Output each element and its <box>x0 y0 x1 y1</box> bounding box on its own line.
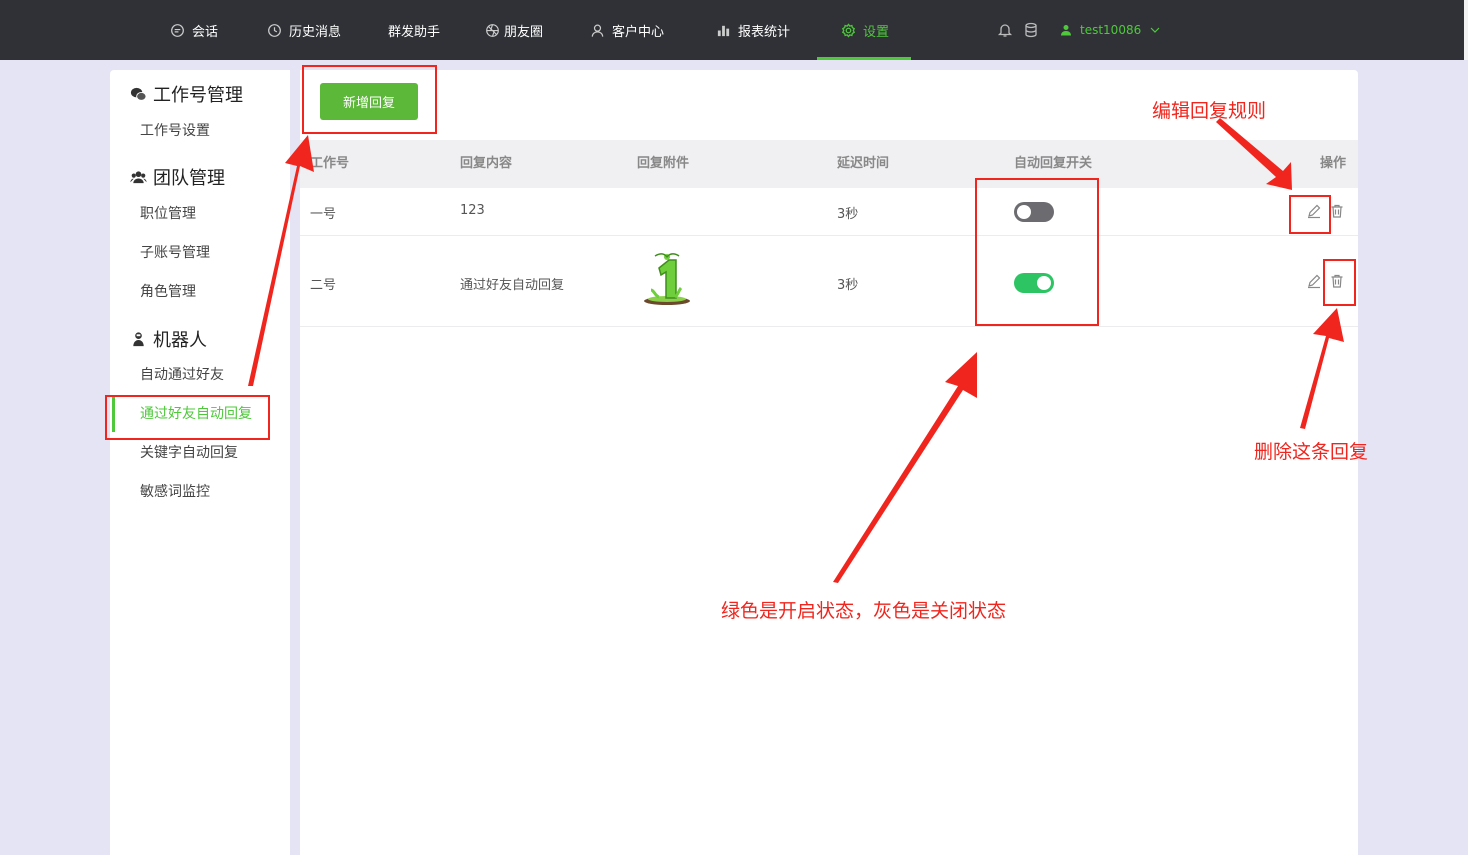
username: test10086 <box>1080 23 1142 37</box>
cell-delay: 3秒 <box>837 207 859 222</box>
table-header: 工作号 回复内容 回复附件 延迟时间 自动回复开关 操作 <box>300 140 1358 188</box>
annotation-edit-rule: 编辑回复规则 <box>1152 100 1267 122</box>
sidebar-item-roles[interactable]: 角色管理 <box>140 273 196 312</box>
bar-chart-icon <box>717 25 730 36</box>
user-icon <box>1061 25 1071 36</box>
column-header-account: 工作号 <box>310 156 350 171</box>
nav-item-reports[interactable]: 报表统计 <box>716 0 790 60</box>
nav-item-history[interactable]: 历史消息 <box>267 0 341 60</box>
column-header-actions: 操作 <box>1320 156 1347 171</box>
sidebar-item-auto-accept-friends[interactable]: 自动通过好友 <box>140 356 224 395</box>
main-panel: 新增回复 工作号 回复内容 回复附件 延迟时间 自动回复开关 操作 一号 123… <box>300 70 1358 855</box>
nav-label-broadcast: 群发助手 <box>388 24 441 40</box>
aperture-icon <box>486 23 499 37</box>
nav-label-history: 历史消息 <box>289 24 342 40</box>
nav-item-customers[interactable]: 客户中心 <box>590 0 664 60</box>
nav-label-chat: 会话 <box>192 24 219 40</box>
nav-label-reports: 报表统计 <box>738 24 791 40</box>
annotation-delete-reply: 删除这条回复 <box>1254 441 1369 463</box>
bell-icon[interactable] <box>997 22 1013 38</box>
cell-content: 通过好友自动回复 <box>460 278 565 293</box>
annotation-box-toggles <box>975 178 1099 326</box>
sidebar-section-accounts: 工作号管理 <box>130 81 243 107</box>
trash-icon[interactable] <box>1329 203 1345 219</box>
edit-pencil-icon[interactable] <box>1306 273 1322 289</box>
nav-item-chat[interactable]: 会话 <box>170 0 218 60</box>
robot-icon <box>133 331 144 346</box>
sidebar-section-title: 工作号管理 <box>153 85 243 106</box>
sidebar-item-positions[interactable]: 职位管理 <box>140 195 196 234</box>
column-header-delay: 延迟时间 <box>837 156 890 171</box>
user-menu[interactable]: test10086 <box>1060 0 1161 60</box>
nav-item-broadcast[interactable]: 群发助手 <box>388 0 440 60</box>
team-icon <box>130 170 147 183</box>
annotation-box-add-button <box>302 65 437 134</box>
cell-account: 二号 <box>310 278 337 293</box>
table-row: 一号 123 3秒 <box>300 188 1358 236</box>
cell-delay: 3秒 <box>837 278 859 293</box>
sidebar-section-title: 团队管理 <box>153 168 225 189</box>
wechat-icon <box>130 87 147 101</box>
database-icon[interactable] <box>1023 22 1039 38</box>
scrollbar-track <box>1464 0 1468 60</box>
chat-bubble-icon <box>171 23 184 37</box>
nav-label-settings: 设置 <box>863 24 890 40</box>
annotation-box-delete <box>1323 259 1356 306</box>
cell-account: 一号 <box>310 207 337 222</box>
cell-content: 123 <box>460 203 485 218</box>
annotation-box-edit <box>1289 195 1331 234</box>
table-row: 二号 通过好友自动回复 3秒 <box>300 236 1358 327</box>
sidebar-section-title: 机器人 <box>153 330 207 351</box>
column-header-attachment: 回复附件 <box>637 156 690 171</box>
sidebar-item-sub-accounts[interactable]: 子账号管理 <box>140 234 210 273</box>
attachment-sticker-image <box>644 253 690 305</box>
user-outline-icon <box>591 24 604 37</box>
sidebar-section-robot: 机器人 <box>130 326 207 352</box>
nav-label-moments: 朋友圈 <box>504 24 544 40</box>
settings-sidebar: 工作号管理 工作号设置 团队管理 职位管理 子账号管理 角色管理 机器人 自动通… <box>110 70 290 855</box>
gear-icon <box>841 22 856 38</box>
chevron-down-icon <box>1150 27 1160 33</box>
top-nav-bar: 会话 历史消息 群发助手 朋友圈 客户中心 报表统计 设置 test10086 <box>0 0 1468 60</box>
nav-label-customers: 客户中心 <box>612 24 665 40</box>
clock-icon <box>268 23 281 37</box>
column-header-content: 回复内容 <box>460 156 513 171</box>
sidebar-item-sensitive-words[interactable]: 敏感词监控 <box>140 473 210 512</box>
nav-item-settings[interactable]: 设置 <box>816 0 912 60</box>
nav-item-moments[interactable]: 朋友圈 <box>485 0 543 60</box>
annotation-box-sidebar-item <box>105 395 270 440</box>
sidebar-section-team: 团队管理 <box>130 164 225 190</box>
annotation-toggle-explain: 绿色是开启状态，灰色是关闭状态 <box>721 600 1007 622</box>
sidebar-item-account-settings[interactable]: 工作号设置 <box>140 112 210 151</box>
